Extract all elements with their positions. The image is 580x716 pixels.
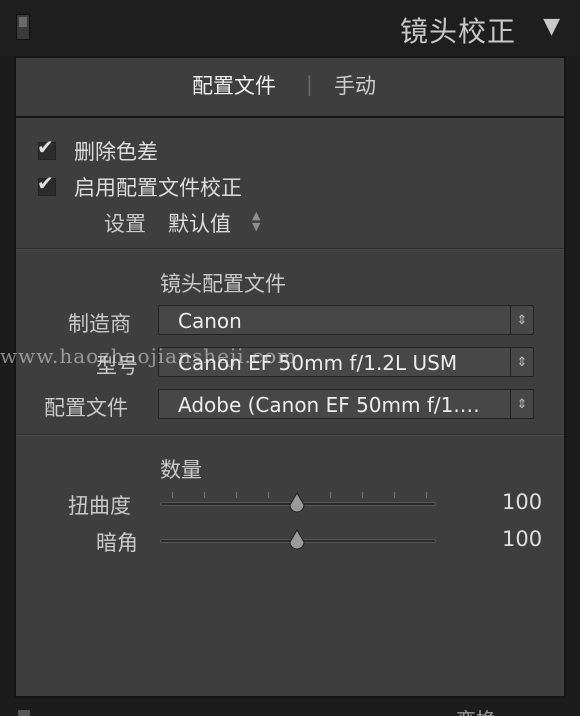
slider-tick — [426, 492, 427, 498]
panel-title[interactable]: 镜头校正 — [400, 10, 516, 50]
tab-separator: | — [306, 72, 313, 96]
panel-toggle-switch[interactable] — [16, 14, 30, 40]
slider-tick — [394, 492, 395, 498]
next-panel-toggle-switch[interactable] — [18, 710, 30, 716]
slider-tick — [268, 492, 269, 498]
profile-value: Adobe (Canon EF 50mm f/1.… — [178, 393, 480, 417]
setup-select[interactable]: 默认值 — [168, 208, 231, 238]
divider — [16, 434, 564, 436]
enable-profile-label[interactable]: 启用配置文件校正 — [74, 172, 242, 202]
tab-profile[interactable]: 配置文件 — [192, 70, 276, 100]
lens-profile-title: 镜头配置文件 — [160, 272, 286, 296]
amount-title: 数量 — [160, 458, 202, 482]
make-value: Canon — [178, 309, 242, 333]
checkmark-icon: ✔ — [37, 135, 54, 159]
vignetting-label: 暗角 — [96, 531, 138, 555]
triangle-down-icon[interactable]: ▼ — [543, 14, 560, 39]
watermark-text: www.haozhaojiansheji.com — [0, 344, 298, 368]
slider-tick — [236, 492, 237, 498]
slider-tick — [204, 492, 205, 498]
setup-label: 设置 — [104, 212, 146, 236]
slider-tick — [172, 492, 173, 498]
distortion-value[interactable]: 100 — [502, 490, 542, 514]
profile-stepper[interactable]: ⇕ — [510, 389, 534, 419]
tab-manual[interactable]: 手动 — [334, 70, 376, 100]
distortion-slider[interactable] — [160, 490, 436, 520]
make-stepper[interactable]: ⇕ — [510, 305, 534, 335]
divider — [16, 248, 564, 250]
next-panel-title[interactable]: 变换 — [456, 704, 496, 716]
distortion-label: 扭曲度 — [68, 494, 131, 518]
model-stepper[interactable]: ⇕ — [510, 347, 534, 377]
vignetting-slider[interactable] — [160, 527, 436, 557]
slider-tick — [362, 492, 363, 498]
remove-ca-label[interactable]: 删除色差 — [74, 136, 158, 166]
slider-thumb[interactable] — [288, 492, 306, 514]
make-label: 制造商 — [68, 312, 131, 336]
checkmark-icon: ✔ — [37, 171, 54, 195]
profile-label: 配置文件 — [44, 396, 128, 420]
tab-bar — [16, 58, 564, 118]
vignetting-value[interactable]: 100 — [502, 527, 542, 551]
setup-stepper-icon[interactable]: ▲ ▼ — [252, 210, 260, 232]
slider-tick — [330, 492, 331, 498]
slider-thumb[interactable] — [288, 529, 306, 551]
